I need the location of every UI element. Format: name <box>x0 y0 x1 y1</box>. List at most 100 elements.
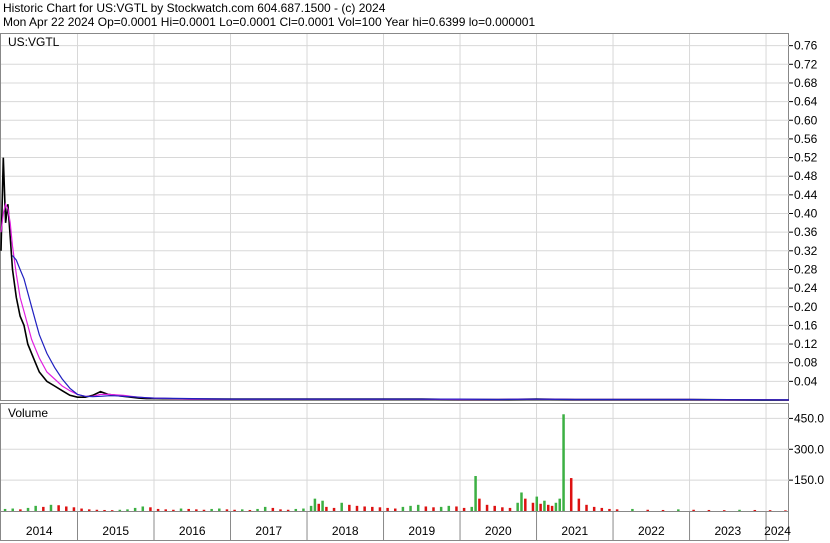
volume-bar <box>577 498 581 511</box>
header-quote: Mon Apr 22 2024 Op=0.0001 Hi=0.0001 Lo=0… <box>3 15 536 29</box>
volume-bar <box>707 509 711 511</box>
volume-bar <box>279 509 282 511</box>
year-label: 2015 <box>102 524 129 538</box>
volume-bar <box>462 507 466 511</box>
volume-bar <box>149 507 152 511</box>
volume-bar <box>592 506 596 511</box>
price-panel-frame <box>0 33 789 401</box>
volume-bar <box>309 505 313 511</box>
volume-panel-title: Volume <box>8 406 48 420</box>
volume-bar <box>520 492 523 511</box>
volume-bar <box>386 507 389 511</box>
price-tick-label: 0.24 <box>794 281 818 295</box>
volume-bar <box>784 510 787 511</box>
volume-panel-frame <box>0 403 789 512</box>
volume-bar <box>478 498 481 511</box>
volume-bar <box>248 509 252 511</box>
volume-tick-label: 450.0 <box>794 411 824 425</box>
volume-bar <box>535 496 539 511</box>
volume-bar <box>753 509 757 511</box>
volume-bar <box>256 508 259 511</box>
volume-bar <box>72 507 76 511</box>
price-axis: 0.76 0.72 0.68 0.64 0.60 0.56 0.52 0.48 0.44 0.40… <box>789 39 818 388</box>
volume-bar <box>501 507 504 511</box>
volume-bar <box>677 509 680 511</box>
volume-bar <box>401 506 405 511</box>
volume-bar <box>95 509 99 511</box>
volume-bar <box>692 509 695 511</box>
volume-bar <box>516 502 519 511</box>
price-tick-label: 0.44 <box>794 188 818 202</box>
volume-bar <box>294 508 298 511</box>
price-tick-label: 0.04 <box>794 374 818 388</box>
volume-bar <box>646 509 649 511</box>
volume-bar <box>195 509 198 511</box>
volume-bar <box>57 505 60 511</box>
volume-bar <box>363 506 366 511</box>
volume-bar <box>554 502 558 511</box>
volume-bar <box>218 508 221 511</box>
price-tick-label: 0.76 <box>794 39 818 53</box>
price-tick-label: 0.52 <box>794 151 818 165</box>
volume-bar <box>332 507 336 511</box>
price-tick-label: 0.40 <box>794 207 818 221</box>
price-tick-label: 0.36 <box>794 225 818 239</box>
volume-bar <box>394 508 397 511</box>
volume-bar <box>110 510 114 511</box>
volume-bar <box>103 509 106 511</box>
volume-bar <box>562 414 565 511</box>
volume-bar <box>133 507 137 511</box>
volume-bar <box>321 500 324 511</box>
volume-bar <box>141 506 145 511</box>
price-tick-label: 0.20 <box>794 300 818 314</box>
volume-bar <box>286 509 290 511</box>
volume-bar <box>439 506 443 511</box>
volume-axis: 450.0 300.0 150.0 <box>789 411 824 487</box>
header-title: Historic Chart for US:VGTL by Stockwatch… <box>3 1 386 15</box>
volume-bar <box>240 509 244 511</box>
price-tick-label: 0.12 <box>794 337 818 351</box>
volume-bar <box>263 506 267 511</box>
volume-bar <box>340 502 343 511</box>
volume-bar <box>378 507 382 511</box>
volume-bar <box>738 509 741 511</box>
volume-bar <box>768 510 772 511</box>
price-tick-label: 0.72 <box>794 57 818 71</box>
volume-bar <box>615 509 619 511</box>
volume-bar <box>424 506 428 511</box>
volume-bar <box>233 509 236 511</box>
volume-bar <box>493 505 496 511</box>
volume-bar <box>164 509 167 511</box>
volume-bar <box>210 508 213 511</box>
volume-bar <box>470 506 474 511</box>
volume-bar <box>49 504 53 511</box>
volume-bar <box>558 498 561 511</box>
volume-bar <box>187 508 190 511</box>
price-tick-label: 0.48 <box>794 169 818 183</box>
volume-bar <box>202 509 206 511</box>
volume-bar <box>26 507 30 511</box>
volume-bar <box>447 505 451 511</box>
volume-bar <box>3 508 7 511</box>
volume-bar <box>19 509 22 511</box>
volume-bar <box>156 508 160 511</box>
volume-bar <box>543 500 546 511</box>
price-tick-label: 0.08 <box>794 356 818 370</box>
volume-bar <box>474 476 477 511</box>
volume-bar <box>325 506 328 511</box>
volume-bar <box>80 508 83 511</box>
volume-bar <box>355 505 359 511</box>
volume-bar <box>317 503 320 511</box>
price-tick-label: 0.64 <box>794 95 818 109</box>
volume-bar <box>539 503 542 511</box>
volume-bar <box>600 507 604 511</box>
year-label: 2016 <box>179 524 206 538</box>
volume-bar <box>550 505 554 511</box>
volume-bar <box>126 509 129 511</box>
price-tick-label: 0.60 <box>794 113 818 127</box>
volume-bar <box>271 507 275 511</box>
volume-bar <box>585 504 588 511</box>
volume-bar <box>722 510 726 511</box>
volume-bar <box>11 508 14 511</box>
volume-bar <box>42 506 45 511</box>
